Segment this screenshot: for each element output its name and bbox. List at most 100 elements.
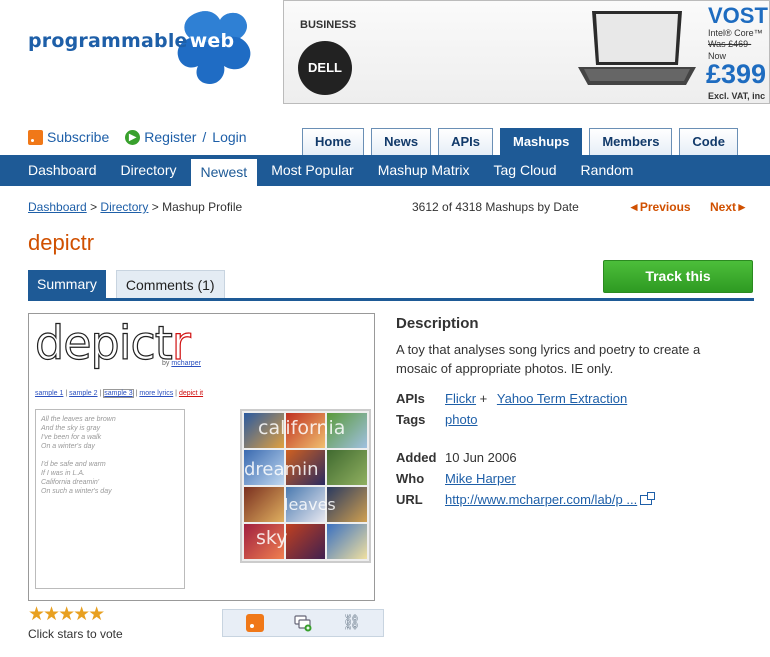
subnav-dashboard[interactable]: Dashboard <box>28 155 97 186</box>
ad-brand-logo: DELL <box>298 41 352 95</box>
link-separator: / <box>202 129 207 145</box>
screenshot-by: by <box>162 360 170 367</box>
mosaic-tile <box>285 524 326 559</box>
mosaic-tile <box>285 413 326 448</box>
screenshot-link: sample 1 <box>35 390 64 397</box>
screenshot-links: sample 1 | sample 2 | sample 3 | more ly… <box>35 389 204 398</box>
breadcrumb-dashboard-link[interactable]: Dashboard <box>28 200 87 214</box>
lyric-line: On such a winter's day <box>41 488 112 495</box>
tab-apis[interactable]: APIs <box>438 128 493 155</box>
description-text: A toy that analyses song lyrics and poet… <box>396 342 701 376</box>
arrow-right-icon: ▶ <box>125 129 141 145</box>
author-link[interactable]: Mike Harper <box>445 471 516 486</box>
lyric-line: California dreamin' <box>41 479 100 486</box>
breadcrumb-directory-link[interactable]: Directory <box>100 200 148 214</box>
rating-stars[interactable]: ★★★★★ <box>28 603 105 626</box>
subnav-tag-cloud[interactable]: Tag Cloud <box>494 155 557 186</box>
subnav-mashup-matrix[interactable]: Mashup Matrix <box>378 155 470 186</box>
ad-excl-vat: Excl. VAT, inc <box>708 91 766 101</box>
api-flickr-link[interactable]: Flickr <box>445 391 476 406</box>
mosaic-tile <box>327 413 367 448</box>
rss-feed-icon[interactable] <box>246 614 264 632</box>
laptop-image <box>578 11 696 85</box>
screenshot-logo-main: depict <box>34 315 173 370</box>
ad-price: £399 <box>706 59 767 89</box>
add-comment-icon[interactable] <box>294 614 312 632</box>
added-label: Added <box>396 450 437 465</box>
ad-product-name: VOSTR <box>708 3 769 28</box>
tab-comments[interactable]: Comments (1) <box>115 270 225 298</box>
subnav-directory[interactable]: Directory <box>121 155 177 186</box>
site-logo[interactable]: programmable web <box>28 8 258 88</box>
tab-news[interactable]: News <box>371 128 432 155</box>
mosaic-tile <box>327 524 367 559</box>
previous-link[interactable]: ◄Previous <box>628 200 691 214</box>
lyric-line: If I was in L.A. <box>41 470 85 477</box>
lyric-line: And the sky is gray <box>41 425 101 432</box>
advertisement-banner[interactable]: BUSINESS DELL VOSTR Intel® Core™ Was £46… <box>283 0 770 104</box>
tag-photo-link[interactable]: photo <box>445 412 478 427</box>
lyric-line: On a winter's day <box>41 443 95 450</box>
login-link[interactable]: Login <box>212 129 246 145</box>
tags-label: Tags <box>396 412 426 427</box>
url-label: URL <box>396 492 423 507</box>
tab-mashups[interactable]: Mashups <box>500 128 583 156</box>
external-link-icon[interactable] <box>640 492 656 505</box>
ad-business-label: BUSINESS <box>300 19 357 31</box>
register-link[interactable]: Register <box>144 129 196 145</box>
ad-was-price: Was £469- <box>708 39 752 49</box>
url-value: http://www.mcharper.com/lab/p ... <box>445 492 656 507</box>
mosaic-tile <box>327 487 367 522</box>
api-yahoo-term-extraction-link[interactable]: Yahoo Term Extraction <box>497 391 627 406</box>
mosaic-tile <box>285 487 326 522</box>
profile-tabs: Summary Comments (1) <box>28 270 235 298</box>
screenshot-link: sample 2 <box>69 390 98 397</box>
track-this-button[interactable]: Track this <box>603 260 753 293</box>
lyric-line: I've been for a walk <box>41 434 102 441</box>
apis-value: Flickr + Yahoo Term Extraction <box>445 391 627 406</box>
subnav-most-popular[interactable]: Most Popular <box>271 155 353 186</box>
next-link[interactable]: Next► <box>710 200 748 214</box>
tab-code[interactable]: Code <box>679 128 738 155</box>
added-value: 10 Jun 2006 <box>445 450 517 465</box>
breadcrumb-separator: > <box>151 200 159 214</box>
screenshot-author: mcharper <box>171 360 201 367</box>
screenshot-byline: by mcharper <box>162 360 201 367</box>
link-chain-icon[interactable]: ⛓ <box>342 614 361 632</box>
photo-mosaic <box>240 409 371 563</box>
screenshot-link: depict it <box>178 390 204 397</box>
breadcrumb-current: Mashup Profile <box>162 200 243 214</box>
mosaic-tile <box>244 524 284 559</box>
breadcrumb-separator: > <box>90 200 98 214</box>
screenshot-link: sample 3 <box>103 389 134 398</box>
action-icon-bar: ⛓ <box>222 609 384 637</box>
tab-home[interactable]: Home <box>302 128 365 155</box>
who-value: Mike Harper <box>445 471 516 486</box>
mashup-screenshot[interactable]: depictr by mcharper sample 1 | sample 2 … <box>28 313 375 601</box>
rss-icon[interactable] <box>28 129 43 145</box>
api-plus: + <box>479 391 488 406</box>
lyric-line: I'd be safe and warm <box>41 461 106 468</box>
apis-label: APIs <box>396 391 425 406</box>
logo-text-b: web <box>189 30 235 52</box>
sub-navigation: Dashboard Directory Newest Most Popular … <box>0 155 770 186</box>
lyric-line <box>41 451 179 460</box>
subscribe-link[interactable]: Subscribe <box>47 129 109 145</box>
breadcrumb: Dashboard > Directory > Mashup Profile <box>28 200 242 214</box>
mosaic-tile <box>327 450 367 485</box>
logo-text-a: programmable <box>28 30 188 52</box>
page-title: depictr <box>28 230 95 255</box>
tab-summary[interactable]: Summary <box>28 270 106 298</box>
vote-hint: Click stars to vote <box>28 627 123 641</box>
lyric-line: All the leaves are brown <box>41 416 116 423</box>
mosaic-tile <box>244 487 284 522</box>
main-tabs: Home News APIs Mashups Members Code <box>302 128 745 156</box>
screenshot-link: more lyrics <box>139 390 174 397</box>
screenshot-lyrics-box: All the leaves are brown And the sky is … <box>35 409 185 589</box>
subnav-newest[interactable]: Newest <box>190 159 258 186</box>
mashup-url-link[interactable]: http://www.mcharper.com/lab/p ... <box>445 492 637 507</box>
tabs-divider <box>28 298 754 301</box>
subnav-random[interactable]: Random <box>581 155 634 186</box>
tab-members[interactable]: Members <box>589 128 673 155</box>
mosaic-tile <box>244 413 284 448</box>
